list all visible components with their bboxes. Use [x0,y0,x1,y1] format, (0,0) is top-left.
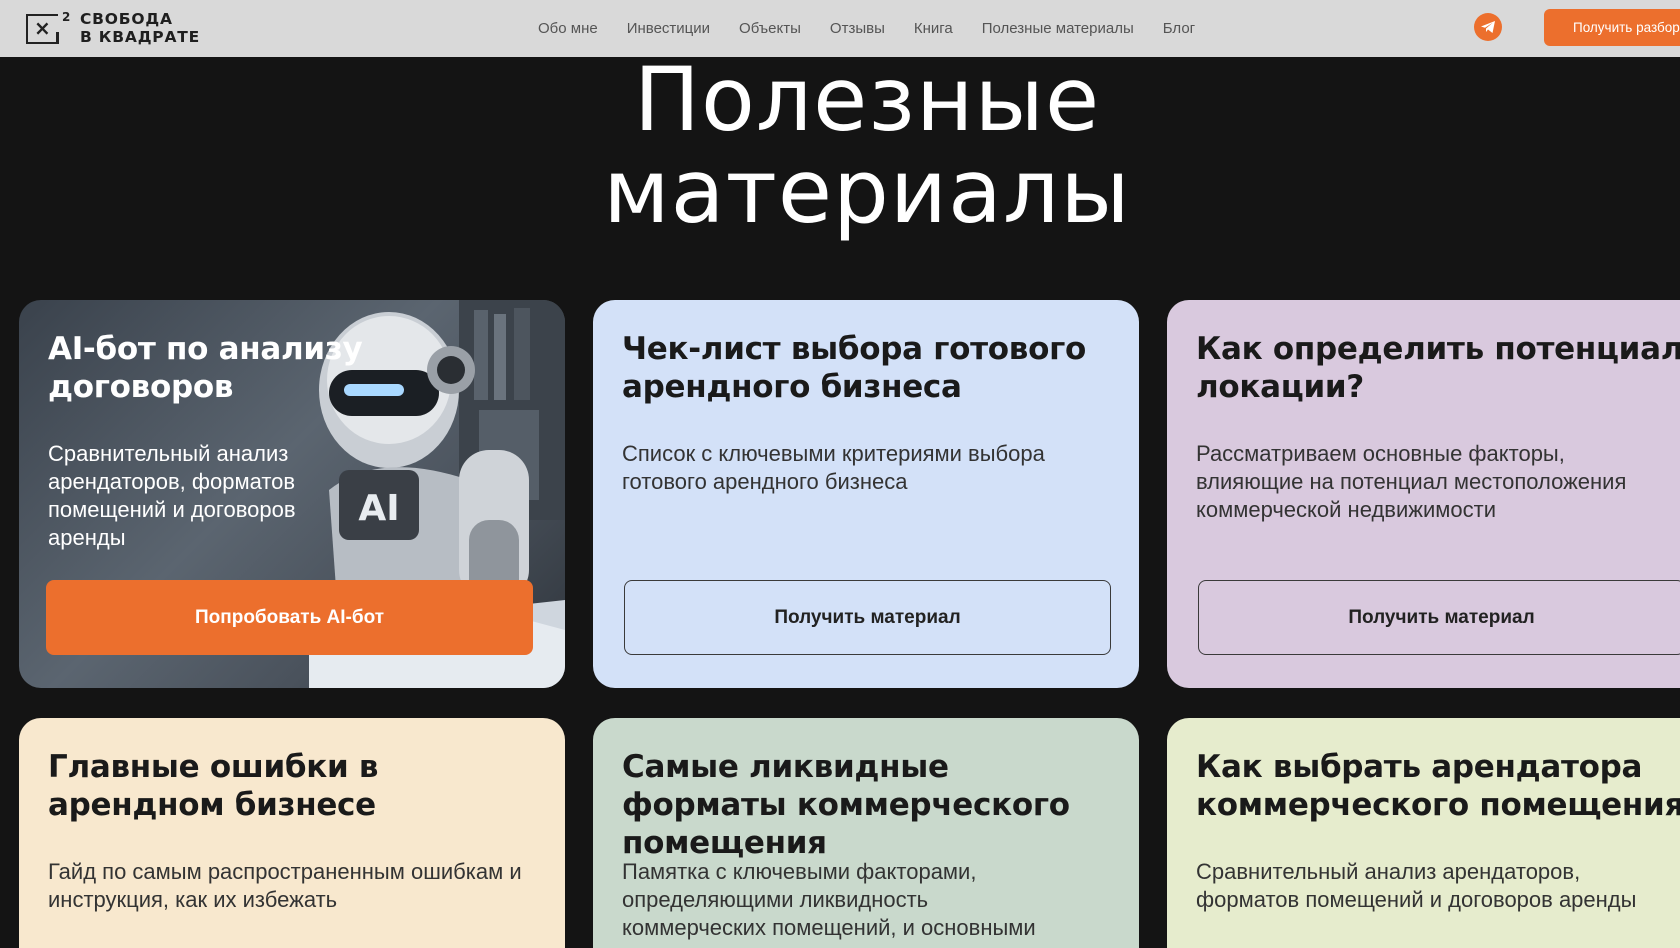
card-title: Главные ошибки в арендном бизнесе [48,749,379,823]
card-description: Список с ключевыми критериями выбора гот… [622,441,1045,494]
page-title-line-1: Полезные [633,48,1101,151]
card-ai-bot: AI AI-бот по анализу договоров Сравнител… [19,300,565,688]
logo-text: СВОБОДА В КВАДРАТЕ [80,10,200,46]
telegram-button[interactable] [1474,13,1502,41]
try-ai-bot-button[interactable]: Попробовать AI-бот [46,580,533,655]
card-title: AI-бот по анализу договоров [48,331,363,405]
svg-text:AI: AI [358,488,399,529]
nav-link-investments[interactable]: Инвестиции [627,20,710,37]
nav-link-about[interactable]: Обо мне [538,20,598,37]
card-location-potential: Как определить потенциал локации? Рассма… [1167,300,1680,688]
card-description: Сравнительный анализ арендаторов, формат… [1196,859,1637,912]
logo-line-2: В КВАДРАТЕ [80,28,201,46]
nav-link-materials[interactable]: Полезные материалы [982,20,1134,37]
nav-link-blog[interactable]: Блог [1163,20,1195,37]
card-title: Как выбрать арендатора коммерческого пом… [1196,749,1680,823]
card-liquid-formats: Самые ликвидные форматы коммерческого по… [593,718,1139,948]
page-title: Полезные материалы [0,54,1680,238]
nav-link-objects[interactable]: Объекты [739,20,801,37]
get-review-button[interactable]: Получить разбор [1544,9,1680,46]
card-title: Как определить потенциал локации? [1196,331,1680,405]
card-description: Рассматриваем основные факторы, влияющие… [1196,441,1627,522]
card-title: Чек-лист выбора готового арендного бизне… [622,331,1087,405]
card-description: Памятка с ключевыми факторами, определяю… [622,859,1036,940]
logo-line-1: СВОБОДА [80,10,173,28]
card-choose-tenant: Как выбрать арендатора коммерческого пом… [1167,718,1680,948]
nav-link-book[interactable]: Книга [914,20,953,37]
logo[interactable]: × 2 СВОБОДА В КВАДРАТЕ [26,8,200,48]
get-material-button[interactable]: Получить материал [1198,580,1680,655]
card-title: Самые ликвидные форматы коммерческого по… [622,749,1070,861]
card-description: Сравнительный анализ арендаторов, формат… [48,441,296,550]
page-title-line-2: материалы [603,140,1131,243]
card-main-mistakes: Главные ошибки в арендном бизнесе Гайд п… [19,718,565,948]
telegram-icon [1481,21,1495,33]
card-checklist: Чек-лист выбора готового арендного бизне… [593,300,1139,688]
nav-link-reviews[interactable]: Отзывы [830,20,885,37]
logo-mark-icon: × 2 [26,10,70,44]
card-description: Гайд по самым распространенным ошибкам и… [48,859,522,912]
get-material-button[interactable]: Получить материал [624,580,1111,655]
ai-badge: AI [358,488,399,529]
